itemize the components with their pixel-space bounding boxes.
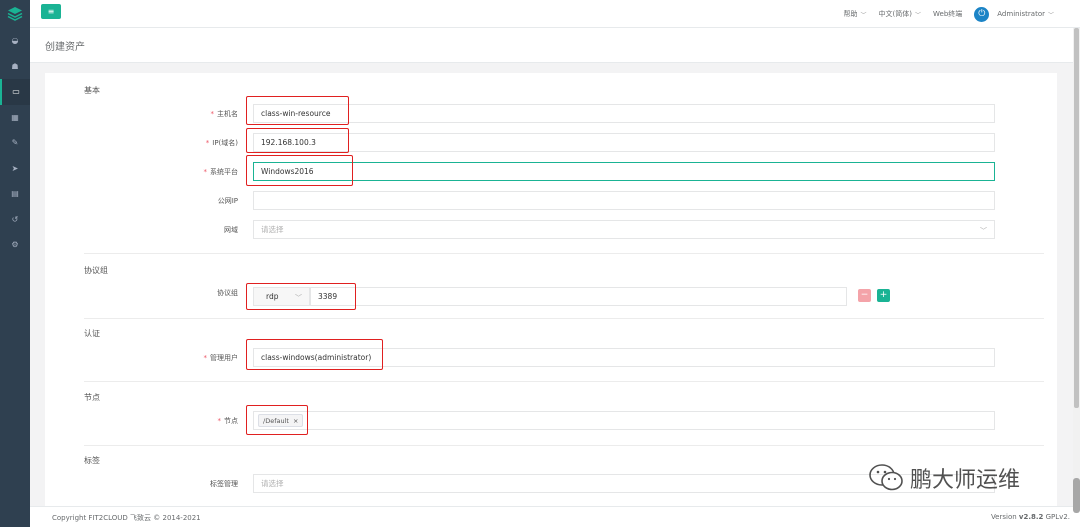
- sidebar-item[interactable]: ▭: [0, 79, 30, 105]
- domain-label: 网域: [224, 226, 238, 234]
- minus-icon: −: [860, 290, 869, 300]
- scrollbar-thumb[interactable]: [1074, 28, 1079, 408]
- section-title-protocols: 协议组: [84, 266, 108, 275]
- port-input[interactable]: 3389: [310, 287, 847, 306]
- menu-toggle-button[interactable]: ≡: [41, 4, 61, 19]
- language-menu[interactable]: 中文(简体) ﹀: [879, 9, 921, 19]
- footer: Copyright FIT2CLOUD 飞致云 © 2014-2021 Vers…: [30, 506, 1080, 527]
- section-title-labels: 标签: [84, 456, 100, 465]
- divider: [84, 445, 1044, 446]
- apps-icon: ▦: [11, 112, 19, 122]
- footer-copyright: Copyright FIT2CLOUD 飞致云 © 2014-2021: [52, 514, 201, 522]
- node-label: * 节点: [217, 417, 239, 425]
- top-navbar: ≡ 帮助 ﹀ 中文(简体) ﹀ Web终端 ⏻ Administrator ﹀: [30, 0, 1080, 28]
- terminal-icon: ▤: [11, 189, 19, 199]
- tag-close-icon[interactable]: ×: [293, 417, 298, 425]
- web-terminal-link[interactable]: Web终端: [933, 9, 962, 19]
- chevron-down-icon: ﹀: [1047, 11, 1054, 19]
- hamburger-icon: ≡: [47, 7, 55, 16]
- add-protocol-button[interactable]: +: [877, 289, 890, 302]
- section-title-auth: 认证: [84, 329, 100, 338]
- chevron-down-icon: ﹀: [980, 227, 987, 235]
- admin-user-label: * 管理用户: [203, 354, 239, 362]
- scroll-indicator: [1073, 478, 1080, 513]
- label-manage-label: 标签管理: [210, 480, 238, 488]
- power-avatar-icon: ⏻: [974, 6, 990, 22]
- page-title: 创建资产: [45, 42, 85, 53]
- help-menu[interactable]: 帮助 ﹀: [844, 9, 867, 19]
- footer-version: Version v2.8.2 GPLv2.: [990, 513, 1070, 521]
- sidebar-item[interactable]: ☗: [0, 54, 30, 80]
- platform-label: * 系统平台: [203, 168, 239, 176]
- protocol-select[interactable]: rdp ﹀: [253, 287, 310, 306]
- sidebar-item[interactable]: ▦: [0, 105, 30, 131]
- section-title-nodes: 节点: [84, 393, 100, 402]
- sidebar-item[interactable]: ⚙: [0, 232, 30, 258]
- node-tag: /Default ×: [258, 414, 304, 427]
- divider: [84, 253, 1044, 254]
- ip-input[interactable]: 192.168.100.3: [253, 133, 995, 152]
- chevron-down-icon: ﹀: [860, 11, 867, 19]
- domain-select[interactable]: 请选择 ﹀: [253, 220, 995, 239]
- watermark-text: 鹏大师运维: [910, 468, 1021, 493]
- sidebar-item[interactable]: ✎: [0, 130, 30, 156]
- sidebar: ◒ ☗ ▭ ▦ ✎ ➤ ▤ ↺ ⚙: [0, 0, 30, 527]
- sidebar-item[interactable]: ↺: [0, 207, 30, 233]
- hostname-input[interactable]: class-win-resource: [253, 104, 995, 123]
- rocket-icon: ➤: [11, 163, 19, 173]
- settings-icon: ⚙: [11, 240, 19, 250]
- watermark: 鹏大师运维: [868, 462, 1020, 494]
- section-title-basic: 基本: [84, 86, 100, 95]
- remove-protocol-button[interactable]: −: [858, 289, 871, 302]
- layers-logo-icon[interactable]: [0, 0, 30, 28]
- hostname-label: * 主机名: [210, 110, 239, 118]
- users-icon: ☗: [11, 61, 19, 71]
- asset-form-card: 基本 * 主机名 class-win-resource * IP(域名) 192.1…: [45, 73, 1057, 506]
- wechat-logo-icon: [869, 464, 903, 491]
- public-ip-label: 公网IP: [217, 197, 238, 205]
- public-ip-input[interactable]: [253, 191, 995, 210]
- assets-icon: ▭: [12, 87, 20, 97]
- ip-label: * IP(域名): [205, 139, 238, 147]
- protocol-group-label: 协议组: [217, 289, 238, 297]
- admin-user-select[interactable]: class-windows(administrator): [253, 348, 995, 367]
- divider: [84, 381, 1044, 382]
- page-heading: 创建资产: [30, 28, 1080, 63]
- divider: [84, 318, 1044, 319]
- chevron-down-icon: ﹀: [295, 294, 302, 302]
- chevron-down-icon: ﹀: [914, 11, 921, 19]
- sidebar-item[interactable]: ◒: [0, 28, 30, 54]
- user-menu[interactable]: ⏻ Administrator ﹀: [974, 6, 1054, 22]
- sidebar-item[interactable]: ▤: [0, 181, 30, 207]
- edit-icon: ✎: [11, 138, 19, 148]
- dashboard-icon: ◒: [11, 36, 19, 46]
- node-select[interactable]: /Default ×: [253, 411, 995, 430]
- plus-icon: +: [879, 290, 888, 300]
- history-icon: ↺: [11, 214, 19, 224]
- sidebar-item[interactable]: ➤: [0, 156, 30, 182]
- platform-select[interactable]: Windows2016: [253, 162, 995, 181]
